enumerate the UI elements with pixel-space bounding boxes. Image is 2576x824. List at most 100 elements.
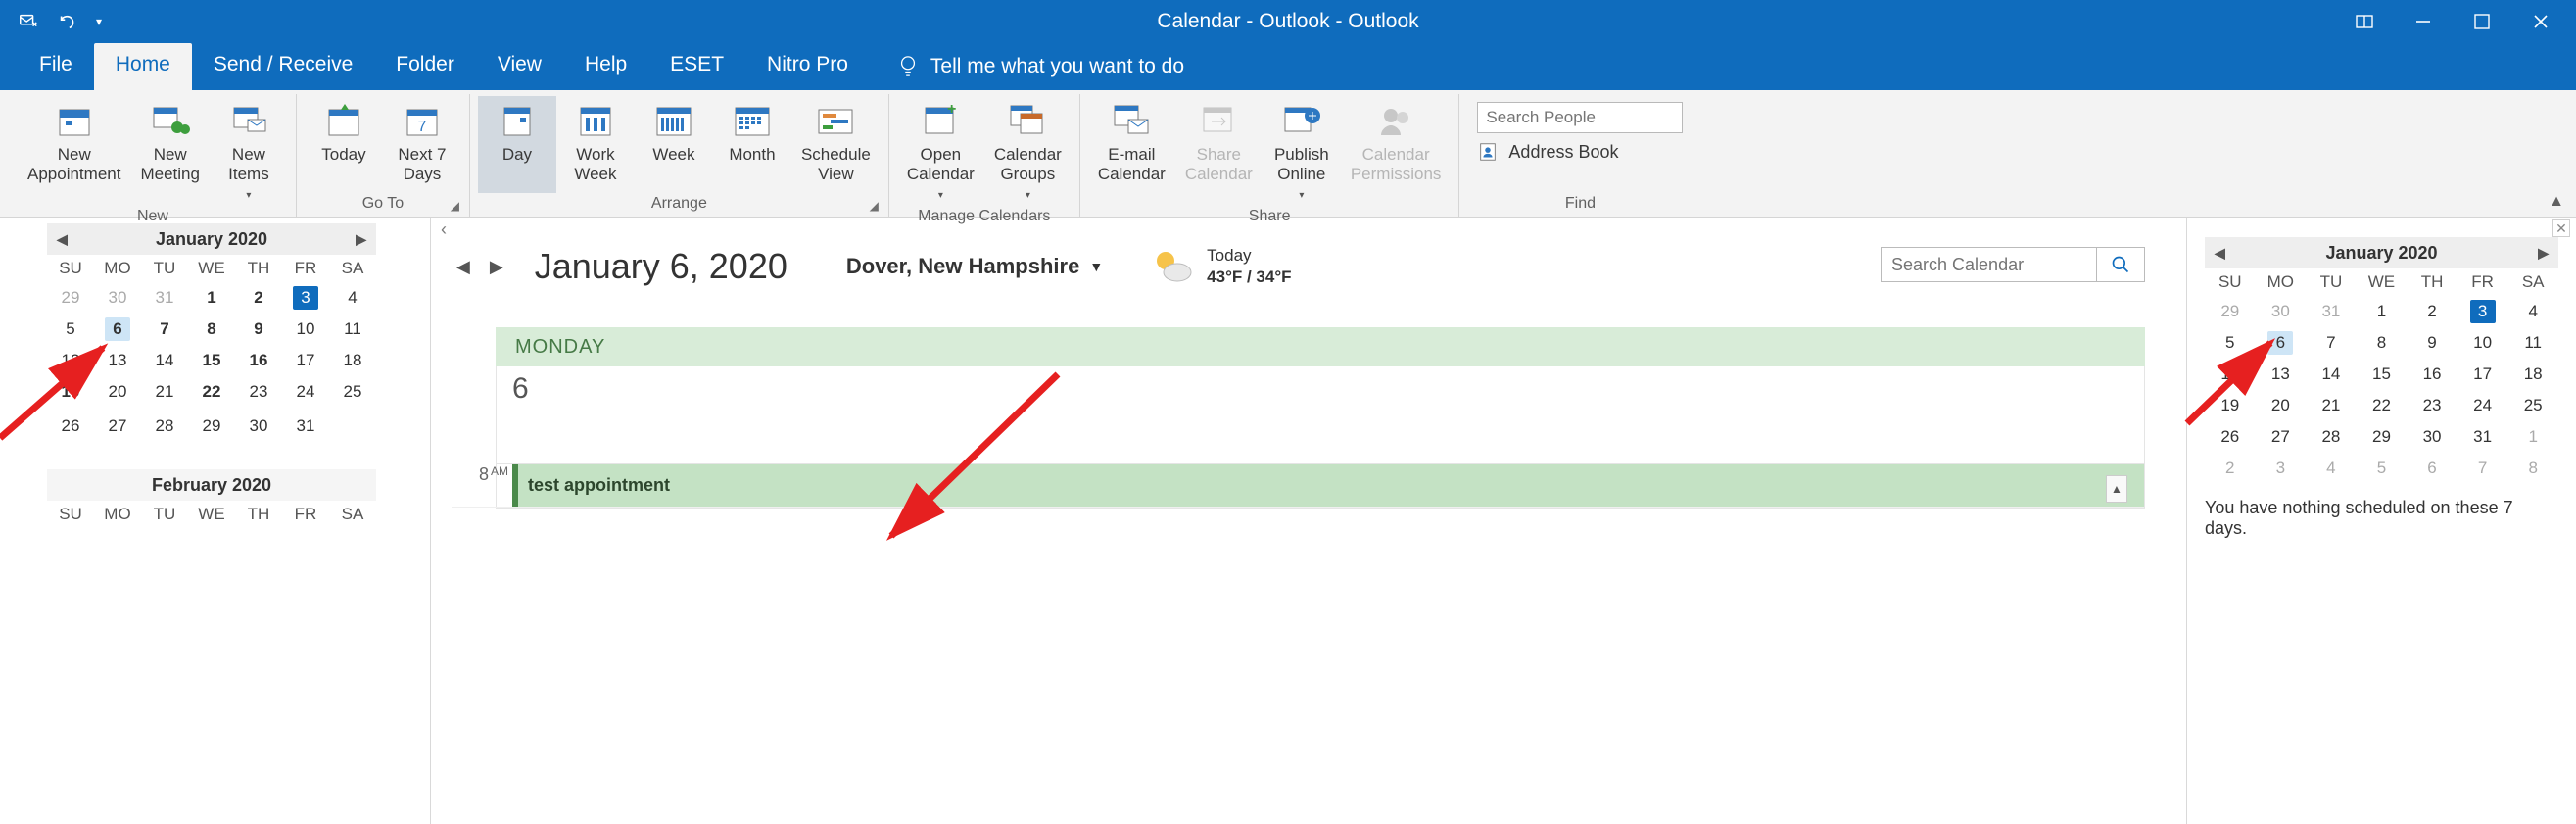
mini-cal-day[interactable]: 17	[282, 345, 329, 376]
mini-cal-day[interactable]: 12	[2205, 359, 2256, 390]
new-items-button[interactable]: New Items ▾	[210, 96, 288, 206]
mini-cal-day[interactable]: 20	[2256, 390, 2307, 421]
month-view-button[interactable]: Month	[713, 96, 791, 193]
search-button[interactable]	[2096, 247, 2145, 282]
mini-cal-day[interactable]: 28	[2306, 421, 2357, 453]
mini-cal-day[interactable]: 27	[94, 408, 141, 444]
mini-cal-day[interactable]: 5	[47, 314, 94, 345]
maximize-icon[interactable]	[2472, 12, 2492, 31]
mini-cal-day[interactable]: 14	[2306, 359, 2357, 390]
tab-file[interactable]: File	[18, 43, 94, 90]
mini-cal-day[interactable]: 6	[2407, 453, 2457, 484]
week-view-button[interactable]: Week	[635, 96, 713, 193]
mini-cal-day[interactable]: 29	[2205, 296, 2256, 327]
mini-cal-day[interactable]: 28	[141, 408, 188, 444]
qat-dropdown-icon[interactable]: ▾	[96, 15, 102, 28]
next-day-icon[interactable]: ▶	[490, 257, 503, 277]
mini-cal-day[interactable]: 4	[2507, 296, 2558, 327]
mini-cal-day[interactable]: 22	[188, 376, 235, 408]
mini-cal-day[interactable]: 25	[2507, 390, 2558, 421]
mini-cal-day[interactable]: 24	[2457, 390, 2508, 421]
mini-cal-day[interactable]: 7	[2457, 453, 2508, 484]
mini-cal-day[interactable]: 19	[47, 376, 94, 408]
mini-cal-day[interactable]: 31	[282, 408, 329, 444]
mini-cal-day[interactable]: 2	[2407, 296, 2457, 327]
mini-cal-day[interactable]: 29	[2357, 421, 2408, 453]
mini-cal-day[interactable]: 30	[2256, 296, 2307, 327]
mini-cal-day[interactable]: 24	[282, 376, 329, 408]
minimize-icon[interactable]	[2413, 12, 2433, 31]
mini-cal-day[interactable]: 7	[2306, 327, 2357, 359]
mini-cal-day[interactable]: 16	[2407, 359, 2457, 390]
mini-cal-day[interactable]: 13	[94, 345, 141, 376]
mini-cal-day[interactable]: 9	[2407, 327, 2457, 359]
mini-cal-day[interactable]: 25	[329, 376, 376, 408]
mini-cal-day[interactable]: 5	[2205, 327, 2256, 359]
mini-cal-day[interactable]: 31	[2457, 421, 2508, 453]
mini-cal-day[interactable]: 1	[2507, 421, 2558, 453]
tab-folder[interactable]: Folder	[374, 43, 476, 90]
mini-cal-day[interactable]: 7	[141, 314, 188, 345]
mini-cal-day[interactable]: 14	[141, 345, 188, 376]
mini-cal-day[interactable]: 30	[235, 408, 282, 444]
mini-cal-day[interactable]: 4	[329, 282, 376, 314]
mini-cal-grid[interactable]: SUMOTUWETHFRSA29303112345678910111213141…	[47, 255, 376, 444]
next-month-icon[interactable]: ▶	[2538, 245, 2549, 262]
mini-cal-day[interactable]: 8	[188, 314, 235, 345]
mini-cal-day[interactable]: 21	[2306, 390, 2357, 421]
mini-cal-day[interactable]: 19	[2205, 390, 2256, 421]
mini-cal-day[interactable]: 10	[2457, 327, 2508, 359]
mini-cal-day[interactable]: 5	[2357, 453, 2408, 484]
tell-me-search[interactable]: Tell me what you want to do	[870, 43, 1184, 90]
next-7-days-button[interactable]: 7 Next 7 Days	[383, 96, 461, 193]
appointment-item[interactable]: test appointment	[512, 464, 2144, 507]
tab-help[interactable]: Help	[563, 43, 648, 90]
prev-month-icon[interactable]: ◀	[2215, 245, 2225, 262]
mini-cal-day[interactable]: 29	[188, 408, 235, 444]
mini-cal-day[interactable]: 23	[2407, 390, 2457, 421]
mini-cal-day[interactable]: 30	[94, 282, 141, 314]
open-calendar-button[interactable]: + Open Calendar ▾	[897, 96, 984, 206]
mini-cal-day[interactable]: 12	[47, 345, 94, 376]
address-book-button[interactable]: Address Book	[1477, 141, 1683, 163]
mini-cal-day[interactable]: 21	[141, 376, 188, 408]
mini-cal-day[interactable]: 4	[2306, 453, 2357, 484]
tab-home[interactable]: Home	[94, 43, 192, 90]
weather-widget[interactable]: Today 43°F / 34°F	[1148, 245, 1291, 288]
mini-cal-grid[interactable]: SUMOTUWETHFRSA	[47, 501, 376, 528]
mini-cal-day[interactable]: 23	[235, 376, 282, 408]
mini-cal-day[interactable]: 18	[2507, 359, 2558, 390]
close-icon[interactable]	[2531, 12, 2551, 31]
mini-cal-day[interactable]: 30	[2407, 421, 2457, 453]
mini-cal-day[interactable]: 3	[282, 282, 329, 314]
mini-cal-day[interactable]: 26	[2205, 421, 2256, 453]
mini-cal-day[interactable]: 2	[2205, 453, 2256, 484]
mini-cal-day[interactable]	[329, 408, 376, 444]
tab-send-receive[interactable]: Send / Receive	[192, 43, 374, 90]
dialog-launcher-icon[interactable]: ◢	[870, 199, 879, 213]
ribbon-display-icon[interactable]	[2355, 12, 2374, 31]
send-receive-icon[interactable]	[18, 11, 39, 32]
tab-nitro-pro[interactable]: Nitro Pro	[745, 43, 870, 90]
mini-cal-day[interactable]: 3	[2256, 453, 2307, 484]
mini-cal-day[interactable]: 31	[141, 282, 188, 314]
next-month-icon[interactable]: ▶	[356, 231, 366, 248]
new-appointment-button[interactable]: New Appointment	[18, 96, 130, 206]
mini-cal-day[interactable]: 15	[2357, 359, 2408, 390]
work-week-button[interactable]: Work Week	[556, 96, 635, 193]
scroll-up-button[interactable]: ▲	[2106, 475, 2127, 503]
location-dropdown[interactable]: Dover, New Hampshire ▼	[846, 254, 1103, 279]
mini-cal-day[interactable]: 27	[2256, 421, 2307, 453]
mini-cal-day[interactable]: 3	[2457, 296, 2508, 327]
mini-cal-day[interactable]: 8	[2357, 327, 2408, 359]
dialog-launcher-icon[interactable]: ◢	[451, 199, 459, 213]
day-view-button[interactable]: Day	[478, 96, 556, 193]
undo-icon[interactable]	[57, 11, 78, 32]
prev-month-icon[interactable]: ◀	[57, 231, 68, 248]
mini-cal-day[interactable]: 15	[188, 345, 235, 376]
collapse-ribbon-icon[interactable]: ▲	[2549, 193, 2564, 211]
mini-cal-day[interactable]: 10	[282, 314, 329, 345]
mini-cal-day[interactable]: 1	[188, 282, 235, 314]
mini-cal-day[interactable]: 17	[2457, 359, 2508, 390]
mini-cal-grid[interactable]: SUMOTUWETHFRSA29303112345678910111213141…	[2205, 268, 2558, 484]
